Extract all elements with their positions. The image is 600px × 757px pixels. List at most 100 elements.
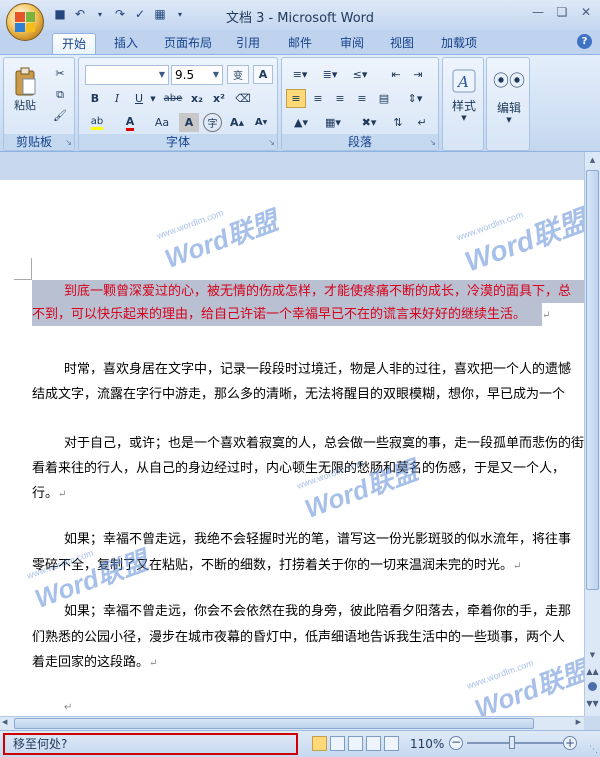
paragraph-5-line-2[interactable]: 们熟悉的公园小径，漫步在城市夜幕的昏灯中，低声细语地告诉我生活中的一些琐事，两个… [32, 626, 565, 649]
next-page-icon[interactable]: ▼▼ [585, 696, 600, 712]
distributed-icon[interactable]: ▤ [374, 89, 394, 108]
chevron-down-icon[interactable]: ▼ [149, 89, 157, 108]
draft-view-icon[interactable] [384, 736, 399, 751]
resize-grip-icon[interactable]: ⋱ [589, 745, 598, 755]
asian-layout-icon[interactable]: ✖▾ [354, 113, 384, 132]
scroll-thumb[interactable] [586, 170, 599, 590]
align-right-icon[interactable]: ≡ [330, 89, 350, 108]
scroll-down-icon[interactable]: ▼ [585, 648, 600, 662]
document-page[interactable]: 到底一颗曾深爱过的心，被无情的伤成怎样，才能使疼痛不断的成长，冷漠的面具下，总 … [0, 180, 584, 716]
full-screen-reading-icon[interactable] [330, 736, 345, 751]
font-size-combo[interactable]: 9.5 ▼ [171, 65, 223, 85]
watermark: www.wordlm.com Word联盟 [466, 641, 584, 716]
paragraph-launcher-icon[interactable]: ↘ [429, 138, 436, 147]
paragraph-5-line-3-text: 着走回家的这段路。 [32, 655, 150, 670]
paragraph-3-line-1[interactable]: 对于自己，或许；也是一个喜欢着寂寞的人，总会做一些寂寞的事，走一段孤单而悲伤的街 [64, 432, 584, 455]
web-layout-icon[interactable] [348, 736, 363, 751]
restore-icon[interactable]: ❏ [554, 4, 570, 20]
grow-font-button[interactable]: A ▲ [227, 113, 247, 132]
italic-button[interactable]: I [107, 89, 127, 108]
paragraph-1-line-2[interactable]: 不到，可以快乐起来的理由，给自己许诺一个幸福早已不在的谎言来好好的继续生活。 ↵ [32, 303, 550, 327]
zoom-slider[interactable] [467, 742, 563, 744]
print-layout-icon[interactable] [312, 736, 327, 751]
character-shading-icon[interactable]: A [179, 113, 199, 132]
font-launcher-icon[interactable]: ↘ [268, 138, 275, 147]
tab-references[interactable]: 引用 [228, 33, 268, 54]
numbering-icon[interactable]: ≣▾ [316, 65, 344, 84]
underline-button[interactable]: U [129, 89, 149, 108]
clear-formatting-icon[interactable]: ⌫ [233, 89, 253, 108]
office-button[interactable] [6, 3, 44, 41]
line-spacing-icon[interactable]: ⇕▾ [400, 89, 430, 108]
zoom-in-icon[interactable]: + [563, 736, 577, 750]
paragraph-1-line-1[interactable]: 到底一颗曾深爱过的心，被无情的伤成怎样，才能使疼痛不断的成长，冷漠的面具下，总 [32, 280, 584, 303]
justify-icon[interactable]: ≡ [352, 89, 372, 108]
character-border-button[interactable]: A [253, 65, 273, 84]
paragraph-2-line-1[interactable]: 时常，喜欢身居在文字中，记录一段段时过境迁，物是人非的过往，喜欢把一个人的遗憾 [64, 358, 571, 381]
zoom-out-icon[interactable]: − [449, 736, 463, 750]
tab-home[interactable]: 开始 [52, 33, 96, 54]
multilevel-list-icon[interactable]: ≤▾ [346, 65, 374, 84]
font-color-icon[interactable]: A [119, 113, 141, 132]
minimize-icon[interactable]: — [530, 4, 546, 20]
bullets-icon[interactable]: ≡▾ [286, 65, 314, 84]
borders-icon[interactable]: ▦▾ [318, 113, 348, 132]
sort-icon[interactable]: ⇅ [388, 113, 408, 132]
zoom-level[interactable]: 110% [410, 737, 444, 751]
paragraph-3-line-2[interactable]: 看着来往的行人，从自己的身边经过时，内心顿生无限的愁肠和莫名的伤感，于是又一个人… [32, 457, 565, 480]
horizontal-scrollbar[interactable]: ◀ ▶ [0, 716, 584, 730]
styles-button[interactable]: A 样式 ▼ [447, 64, 481, 126]
previous-page-icon[interactable]: ▲▲ [585, 664, 600, 680]
change-case-button[interactable]: Aa [149, 113, 175, 132]
tab-view[interactable]: 视图 [382, 33, 422, 54]
paste-button[interactable]: 粘贴 [10, 62, 40, 118]
editing-button[interactable]: ⦿⦿ 编辑 ▼ [491, 64, 527, 126]
chevron-down-icon[interactable]: ▼ [156, 66, 168, 84]
enclose-characters-icon[interactable]: 字 [203, 113, 222, 132]
highlight-icon[interactable]: ab [85, 113, 109, 132]
cut-icon[interactable]: ✂ [50, 64, 70, 83]
align-center-icon[interactable]: ≡ [308, 89, 328, 108]
tab-addins[interactable]: 加载项 [434, 33, 484, 54]
tab-mailings[interactable]: 邮件 [280, 33, 320, 54]
outline-view-icon[interactable] [366, 736, 381, 751]
paragraph-5-line-1[interactable]: 如果；幸福不曾走远，你会不会依然在我的身旁，彼此陪看夕阳落去，牵着你的手，走那 [64, 600, 571, 623]
format-painter-icon[interactable]: 🖌 [50, 106, 70, 125]
horizontal-scroll-thumb[interactable] [14, 718, 534, 729]
tab-page-layout[interactable]: 页面布局 [158, 33, 218, 54]
increase-indent-icon[interactable]: ⇥ [408, 65, 428, 84]
subscript-button[interactable]: x₂ [187, 89, 207, 108]
zoom-slider-thumb[interactable] [509, 736, 515, 749]
paragraph-3-line-3-text: 行。 [32, 486, 59, 501]
paragraph-mark-icon: ↵ [64, 702, 73, 713]
clipboard-launcher-icon[interactable]: ↘ [65, 138, 72, 147]
decrease-indent-icon[interactable]: ⇤ [386, 65, 406, 84]
chevron-down-icon[interactable]: ▼ [210, 66, 222, 84]
browse-object-icon[interactable] [588, 682, 597, 691]
shrink-font-button[interactable]: A ▼ [251, 113, 271, 132]
show-marks-icon[interactable]: ↵ [412, 113, 432, 132]
grow-font-label: A [230, 116, 239, 129]
paragraph-3-line-3[interactable]: 行。↵ [32, 482, 66, 506]
scroll-left-icon[interactable]: ◀ [2, 718, 7, 726]
copy-icon[interactable]: ⧉ [50, 85, 70, 104]
vertical-scrollbar[interactable]: ▲ ▼ ▲▲ ▼▼ [584, 152, 600, 716]
help-icon[interactable]: ? [577, 34, 592, 49]
font-group-label: 字体 [79, 134, 277, 150]
align-left-icon[interactable]: ≡ [286, 89, 306, 108]
superscript-button[interactable]: x² [209, 89, 229, 108]
font-name-combo[interactable]: ▼ [85, 65, 169, 85]
ribbon: 粘贴 ✂ ⧉ 🖌 剪贴板 ↘ ▼ 9.5 ▼ 变 A B I U ▼ abe x₂… [0, 54, 600, 152]
title-bar: ■ ↶ ▾ ↷ ✓ ▦ ▾ 文档 3 - Microsoft Word — ❏ … [0, 0, 600, 30]
paragraph-5-line-3[interactable]: 着走回家的这段路。↵ [32, 651, 157, 675]
strikethrough-button[interactable]: abe [161, 89, 185, 108]
close-icon[interactable]: ✕ [578, 4, 594, 20]
paragraph-2-line-2[interactable]: 结成文字，流露在字行中游走，那么多的清晰，无法将醒目的双眼模糊，想你，早已成为一… [32, 383, 565, 406]
scroll-right-icon[interactable]: ▶ [576, 718, 581, 726]
bold-button[interactable]: B [85, 89, 105, 108]
tab-insert[interactable]: 插入 [106, 33, 146, 54]
phonetic-guide-button[interactable]: 变 [227, 65, 249, 84]
scroll-up-icon[interactable]: ▲ [585, 152, 600, 168]
shading-icon[interactable]: ▲▾ [286, 113, 316, 132]
tab-review[interactable]: 审阅 [332, 33, 372, 54]
